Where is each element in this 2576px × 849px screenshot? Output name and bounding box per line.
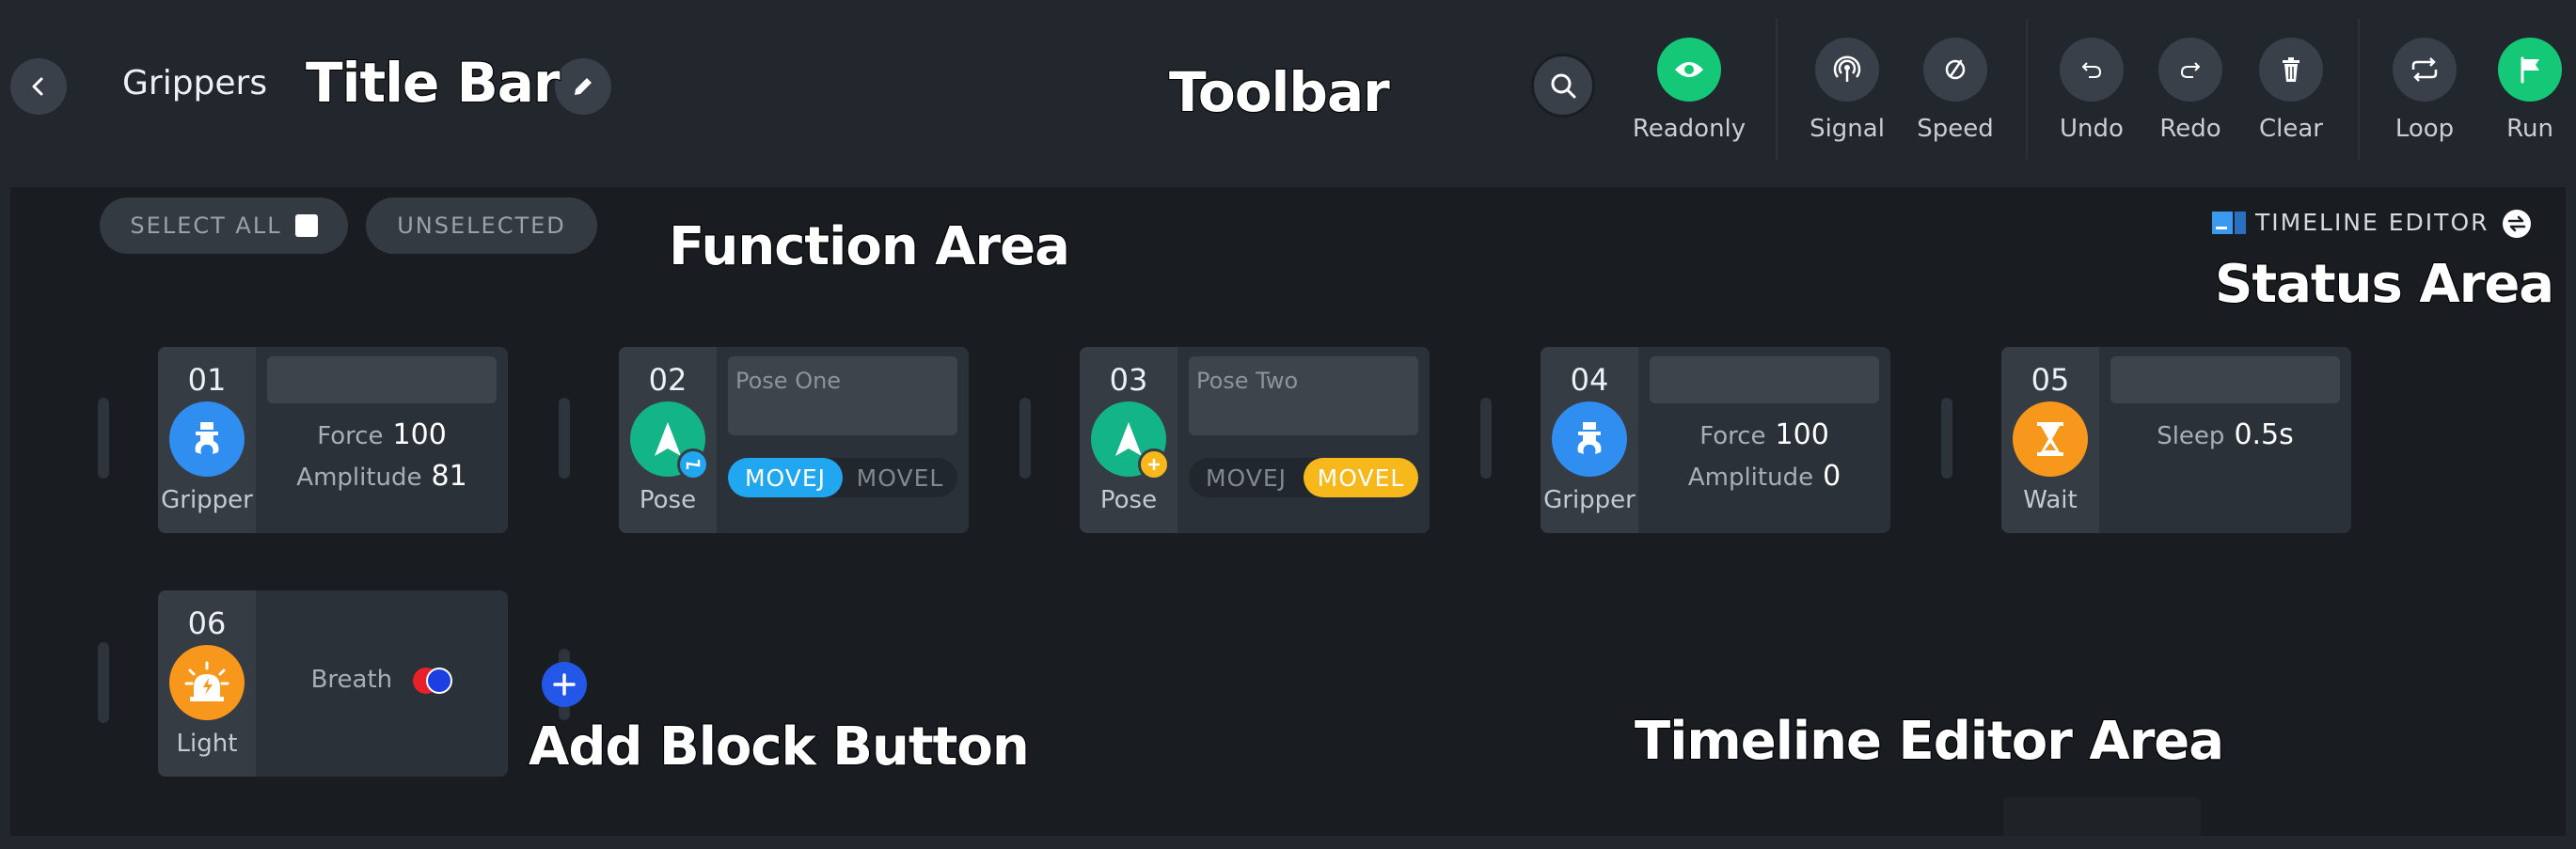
trash-icon xyxy=(2283,57,2299,82)
speed-button[interactable]: Speed xyxy=(1889,38,2021,143)
timeline-block[interactable]: 05 Wait Sleep 0.5s xyxy=(2001,347,2351,533)
clear-label: Clear xyxy=(2259,115,2323,143)
status-label: TIMELINE EDITOR xyxy=(2255,209,2489,236)
timeline-icon xyxy=(2212,211,2246,234)
unselected-button[interactable]: UNSELECTED xyxy=(366,197,597,254)
status-area: TIMELINE EDITOR xyxy=(2212,209,2489,236)
hourglass-icon xyxy=(2013,401,2088,477)
run-button[interactable]: Run xyxy=(2464,38,2576,143)
loop-icon xyxy=(2411,57,2438,82)
eye-icon xyxy=(1675,62,1703,77)
movej-option[interactable]: MOVEJ xyxy=(1189,458,1304,497)
edit-title-button[interactable] xyxy=(555,58,611,115)
readonly-label: Readonly xyxy=(1632,115,1746,143)
drag-placeholder xyxy=(2003,797,2201,836)
annotation-title-bar: Title Bar xyxy=(305,50,561,116)
search-icon xyxy=(1551,73,1576,99)
movel-option[interactable]: MOVEL xyxy=(1304,458,1418,497)
block-number: 03 xyxy=(1109,362,1148,398)
chevron-left-icon xyxy=(32,77,43,96)
force-row: Force 100 xyxy=(317,418,447,451)
run-label: Run xyxy=(2506,115,2553,143)
timeline-block[interactable]: 02 Pose Pose One MOVEJ MOVEL xyxy=(619,347,969,533)
block-type: Wait xyxy=(2023,486,2078,514)
unselected-label: UNSELECTED xyxy=(397,212,566,239)
amplitude-row: Amplitude 81 xyxy=(296,460,467,493)
light-icon xyxy=(169,645,245,720)
clear-button[interactable]: Clear xyxy=(2225,38,2357,143)
block-type: Gripper xyxy=(161,486,253,514)
block-name-field[interactable] xyxy=(267,356,497,403)
pencil-icon xyxy=(575,78,592,95)
annotation-function-area: Function Area xyxy=(668,215,1071,278)
gripper-icon xyxy=(1552,401,1627,477)
select-all-label: SELECT ALL xyxy=(130,212,282,239)
search-button[interactable] xyxy=(1531,54,1595,118)
movej-option[interactable]: MOVEJ xyxy=(728,458,843,497)
select-all-button[interactable]: SELECT ALL xyxy=(100,197,348,254)
plus-icon xyxy=(553,673,576,696)
add-block-button[interactable] xyxy=(542,662,587,707)
block-name-field[interactable] xyxy=(2110,356,2340,403)
redo-icon xyxy=(2180,62,2201,78)
movel-badge-icon xyxy=(1138,448,1170,480)
select-all-checkbox[interactable] xyxy=(294,214,318,237)
speed-label: Speed xyxy=(1917,115,1994,143)
motion-type-toggle[interactable]: MOVEJ MOVEL xyxy=(728,458,957,497)
block-number: 02 xyxy=(648,362,687,398)
signal-icon xyxy=(1833,55,1861,82)
drag-handle[interactable] xyxy=(98,642,109,723)
force-row: Force 100 xyxy=(1699,418,1829,451)
undo-icon xyxy=(2081,62,2102,78)
timeline-block[interactable]: 06 Light Breath xyxy=(158,590,508,777)
motion-type-toggle[interactable]: MOVEJ MOVEL xyxy=(1189,458,1418,497)
drag-handle[interactable] xyxy=(559,398,570,479)
flag-icon xyxy=(2521,56,2539,84)
swap-icon xyxy=(2507,215,2526,232)
movel-option[interactable]: MOVEL xyxy=(843,458,957,497)
drag-handle[interactable] xyxy=(98,398,109,479)
toolbar-divider xyxy=(1776,19,1778,160)
block-type: Pose xyxy=(639,486,697,514)
speed-icon xyxy=(1945,59,1966,80)
pose-name-field[interactable]: Pose One xyxy=(728,356,957,435)
back-button[interactable] xyxy=(10,58,67,115)
sleep-row: Sleep 0.5s xyxy=(2157,418,2294,451)
timeline-block[interactable]: 03 Pose Pose Two MOVEJ MOVEL xyxy=(1080,347,1430,533)
annotation-timeline-editor-area: Timeline Editor Area xyxy=(1634,710,2225,773)
block-type: Light xyxy=(176,730,238,758)
timeline-block[interactable]: 04 Gripper Force 100 Amplitude 0 xyxy=(1541,347,1890,533)
pose-name-field[interactable]: Pose Two xyxy=(1189,356,1418,435)
block-number: 05 xyxy=(2031,362,2070,398)
swap-button[interactable] xyxy=(2503,210,2531,238)
readonly-button[interactable]: Readonly xyxy=(1623,38,1755,143)
annotation-add-block-button: Add Block Button xyxy=(528,715,1031,778)
block-type: Gripper xyxy=(1543,486,1636,514)
block-type: Pose xyxy=(1099,486,1158,514)
breath-row: Breath xyxy=(256,666,508,694)
annotation-status-area: Status Area xyxy=(2214,253,2555,316)
block-number: 06 xyxy=(187,605,227,641)
annotation-toolbar: Toolbar xyxy=(1168,59,1391,125)
movej-badge-icon xyxy=(677,448,709,480)
page-title: Grippers xyxy=(122,64,268,102)
drag-handle[interactable] xyxy=(1019,398,1031,479)
drag-handle[interactable] xyxy=(1480,398,1492,479)
amplitude-row: Amplitude 0 xyxy=(1687,460,1841,493)
block-name-field[interactable] xyxy=(1650,356,1879,403)
block-number: 01 xyxy=(187,362,227,398)
gripper-icon xyxy=(169,401,245,477)
timeline-block[interactable]: 01 Gripper Force 100 Amplitude 81 xyxy=(158,347,508,533)
breath-toggle[interactable] xyxy=(413,667,453,694)
block-number: 04 xyxy=(1570,362,1609,398)
drag-handle[interactable] xyxy=(1941,398,1952,479)
